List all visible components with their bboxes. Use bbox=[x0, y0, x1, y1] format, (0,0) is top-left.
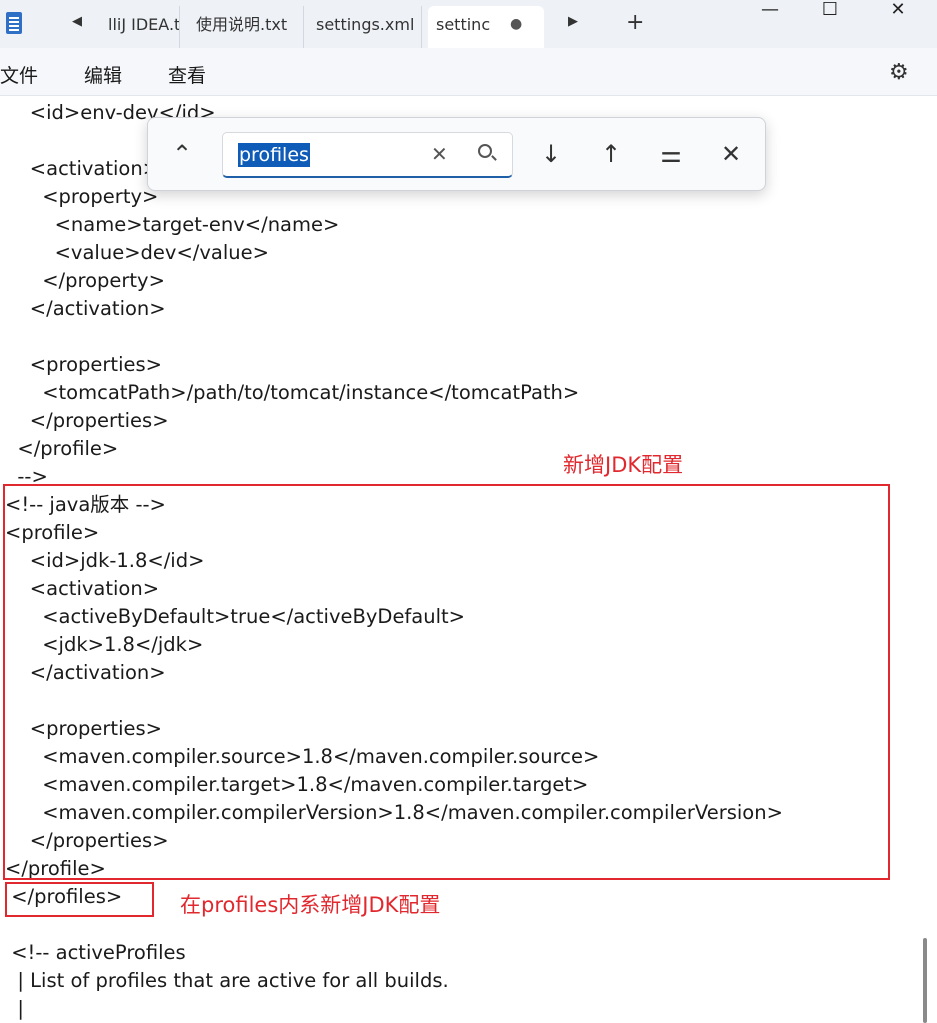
annotation-box-jdk-profile bbox=[3, 484, 890, 880]
tab-scroll-left-icon[interactable]: ◀ bbox=[72, 14, 82, 29]
title-bar: ◀ lliJ IDEA.t 使用说明.txt settings.xml sett… bbox=[0, 0, 937, 48]
code-line: </properties> bbox=[5, 409, 169, 432]
find-options-icon[interactable]: ⚌ bbox=[653, 138, 689, 170]
find-query-text[interactable]: profiles bbox=[238, 143, 310, 167]
tab-label: settinc bbox=[436, 15, 491, 34]
search-icon[interactable] bbox=[478, 144, 492, 158]
find-previous-button[interactable]: ↑ bbox=[593, 138, 629, 170]
new-tab-button[interactable]: + bbox=[626, 10, 644, 35]
tab-intellij[interactable]: lliJ IDEA.t bbox=[100, 6, 180, 48]
code-line: </activation> bbox=[5, 297, 166, 320]
code-line: <name>target-env</name> bbox=[5, 213, 340, 236]
find-input-field[interactable]: profiles ✕ bbox=[222, 132, 513, 178]
tab-usage-txt[interactable]: 使用说明.txt bbox=[188, 6, 304, 48]
close-find-button[interactable]: ✕ bbox=[713, 138, 749, 170]
notepad-app-icon bbox=[6, 12, 22, 34]
code-line: <!-- activeProfiles bbox=[5, 941, 186, 964]
gear-icon[interactable]: ⚙ bbox=[889, 60, 909, 85]
vertical-scrollbar[interactable] bbox=[923, 938, 927, 1023]
tab-settings-xml[interactable]: settings.xml bbox=[308, 6, 422, 48]
annotation-new-jdk-config: 新增JDK配置 bbox=[563, 453, 684, 477]
code-line: <value>dev</value> bbox=[5, 241, 269, 264]
code-line: <activation> bbox=[5, 157, 160, 180]
annotation-in-profiles: 在profiles内系新增JDK配置 bbox=[180, 893, 441, 917]
collapse-find-button[interactable]: ⌃ bbox=[164, 138, 200, 170]
tab-settings-active[interactable]: settinc bbox=[428, 6, 544, 48]
unsaved-dot-icon: ● bbox=[510, 16, 523, 32]
find-next-button[interactable]: ↓ bbox=[533, 138, 569, 170]
menu-bar: 文件 编辑 查看 bbox=[0, 48, 937, 96]
find-widget: ⌃ profiles ✕ ↓ ↑ ⚌ ✕ bbox=[147, 117, 766, 191]
menu-file[interactable]: 文件 bbox=[0, 61, 38, 88]
tab-label: 使用说明.txt bbox=[196, 15, 288, 34]
tab-label: settings.xml bbox=[316, 15, 415, 34]
code-line: <tomcatPath>/path/to/tomcat/instance</to… bbox=[5, 381, 580, 404]
clear-icon[interactable]: ✕ bbox=[431, 142, 448, 166]
minimize-button[interactable]: — bbox=[740, 0, 800, 30]
code-line: <property> bbox=[5, 185, 159, 208]
tab-label: lliJ IDEA.t bbox=[108, 15, 180, 34]
code-line: </profile> bbox=[5, 437, 119, 460]
code-line: <properties> bbox=[5, 353, 162, 376]
code-line: </property> bbox=[5, 269, 165, 292]
annotation-box-profiles-close bbox=[5, 882, 154, 917]
code-line: | bbox=[5, 997, 24, 1020]
code-line: | List of profiles that are active for a… bbox=[5, 969, 449, 992]
maximize-button[interactable]: ☐ bbox=[800, 0, 860, 30]
tab-scroll-right-icon[interactable]: ▶ bbox=[568, 14, 578, 29]
menu-edit[interactable]: 编辑 bbox=[84, 61, 122, 88]
close-window-button[interactable]: ✕ bbox=[868, 0, 928, 30]
menu-view[interactable]: 查看 bbox=[168, 61, 206, 88]
